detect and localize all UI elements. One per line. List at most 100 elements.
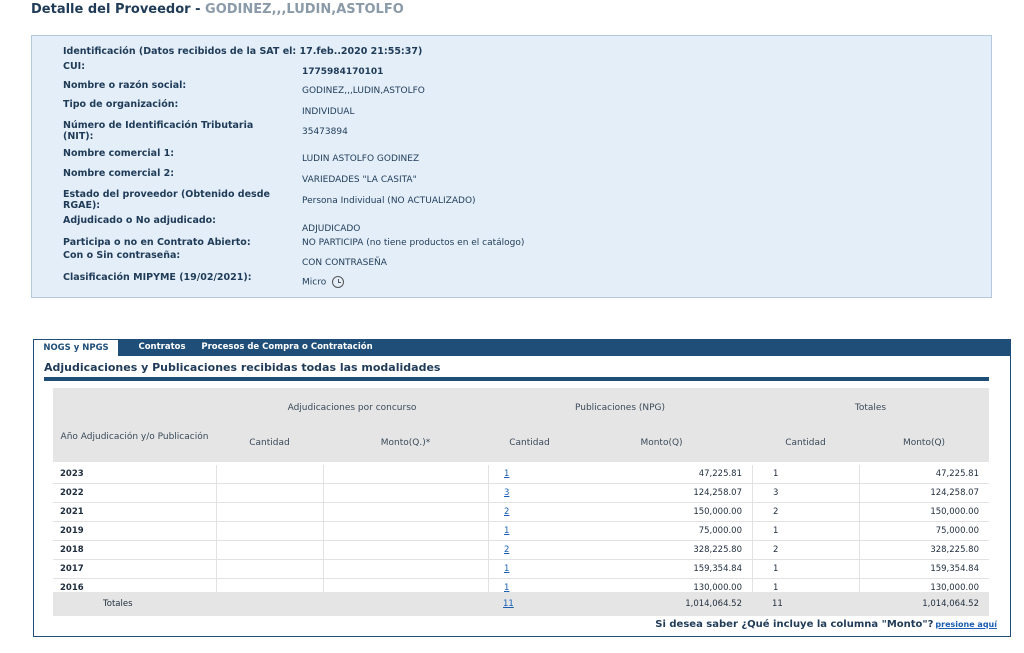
label-nit: Número de Identificación Tributaria (NIT… [63, 120, 254, 142]
cell-year: 2021 [60, 507, 84, 517]
cell-monto-concurso [323, 484, 488, 502]
tab-bar: NOGS y NPGS Contratos Procesos de Compra… [33, 339, 1011, 356]
cell-cantidad-total: 2 [752, 503, 859, 521]
value-adjudicado: ADJUDICADO [302, 224, 361, 234]
table-header: Adjudicaciones por concurso Publicacione… [53, 388, 989, 462]
link-cantidad-npg[interactable]: 1 [504, 564, 509, 574]
cell-cantidad-npg: 3 [488, 484, 571, 502]
label-mipyme: Clasificación MIPYME (19/02/2021): [63, 272, 252, 283]
header-monto-npg: Monto(Q) [640, 438, 683, 448]
link-totals-cantidad-npg[interactable]: 11 [503, 599, 514, 609]
cell-monto-concurso [323, 541, 488, 559]
cell-monto-concurso [323, 560, 488, 578]
label-nombre-comercial-2: Nombre comercial 2: [63, 168, 175, 179]
cell-year: 2023 [60, 469, 84, 479]
cell-monto-total: 150,000.00 [859, 503, 989, 521]
cell-cantidad-concurso [216, 484, 323, 502]
table-body: 2023 1 47,225.81 1 47,225.81 2022 3 124,… [53, 465, 989, 598]
cell-year: 2019 [60, 526, 84, 536]
link-cantidad-npg[interactable]: 1 [504, 469, 509, 479]
cell-monto-npg: 47,225.81 [698, 469, 742, 479]
tab-nogs-npgs[interactable]: NOGS y NPGS [33, 339, 119, 356]
header-cantidad-concurso: Cantidad [249, 438, 290, 448]
cell-monto-total: 75,000.00 [859, 522, 989, 540]
cell-year: 2017 [60, 564, 84, 574]
cell-cantidad-total: 1 [752, 560, 859, 578]
totals-monto-npg: 1,014,064.52 [685, 599, 742, 609]
cell-monto-npg: 328,225.80 [693, 545, 742, 555]
label-cui: CUI: [63, 61, 86, 72]
tab-contratos[interactable]: Contratos [127, 339, 197, 356]
totals-label: Totales [103, 599, 133, 609]
table-totals-row: Totales 11 1,014,064.52 11 1,014,064.52 [53, 592, 989, 616]
cell-monto-npg: 124,258.07 [693, 488, 742, 498]
label-contrasena: Con o Sin contraseña: [63, 250, 181, 261]
value-nombre-comercial-1: LUDIN ASTOLFO GODINEZ [302, 154, 420, 164]
link-cantidad-npg[interactable]: 2 [504, 507, 509, 517]
tab-panel-nogs-npgs: Adjudicaciones y Publicaciones recibidas… [33, 356, 1011, 637]
header-anio: Año Adjudicación y/o Publicación [60, 432, 209, 442]
label-tipo-organizacion: Tipo de organización: [63, 99, 179, 110]
label-adjudicado: Adjudicado o No adjudicado: [63, 215, 216, 226]
provider-name: GODINEZ,,,LUDIN,ASTOLFO [205, 2, 404, 17]
section-title: Adjudicaciones y Publicaciones recibidas… [44, 361, 441, 374]
label-estado-proveedor: Estado del proveedor (Obtenido desde RGA… [63, 189, 270, 211]
cell-monto-total: 159,354.84 [859, 560, 989, 578]
value-tipo-organizacion: INDIVIDUAL [302, 107, 355, 117]
monto-footnote: Si desea saber ¿Qué incluye la columna "… [655, 619, 997, 630]
header-adjudicaciones-concurso: Adjudicaciones por concurso [287, 403, 417, 413]
cell-monto-npg: 159,354.84 [693, 564, 742, 574]
cell-monto-concurso [323, 465, 488, 483]
totals-cantidad-npg: 11 [488, 592, 571, 616]
tab-procesos-compra[interactable]: Procesos de Compra o Contratación [201, 339, 373, 356]
cell-cantidad-concurso [216, 503, 323, 521]
cell-monto-total: 124,258.07 [859, 484, 989, 502]
cell-cantidad-total: 1 [752, 465, 859, 483]
identification-header: Identificación (Datos recibidos de la SA… [63, 46, 423, 57]
cell-year: 2018 [60, 545, 84, 555]
value-mipyme-text: Micro [302, 277, 327, 288]
value-contrato-abierto: NO PARTICIPA (no tiene productos en el c… [302, 238, 525, 248]
history-icon[interactable] [332, 276, 345, 288]
label-contrato-abierto: Participa o no en Contrato Abierto: [63, 237, 251, 248]
cell-monto-total: 328,225.80 [859, 541, 989, 559]
label-nombre-comercial-1: Nombre comercial 1: [63, 148, 175, 159]
header-cantidad-total: Cantidad [785, 438, 826, 448]
cell-cantidad-total: 3 [752, 484, 859, 502]
footnote-text: Si desea saber ¿Qué incluye la columna "… [655, 619, 934, 630]
cell-cantidad-concurso [216, 541, 323, 559]
header-cantidad-npg: Cantidad [509, 438, 550, 448]
page-title-prefix: Detalle del Proveedor - [31, 2, 206, 17]
totals-cantidad-total: 11 [772, 599, 783, 609]
link-cantidad-npg[interactable]: 2 [504, 545, 509, 555]
cell-cantidad-npg: 1 [488, 560, 571, 578]
link-cantidad-npg[interactable]: 3 [504, 488, 509, 498]
table-row: 2021 2 150,000.00 2 150,000.00 [53, 503, 989, 522]
cell-cantidad-npg: 1 [488, 465, 571, 483]
value-cui: 1775984170101 [302, 67, 384, 77]
table-row: 2018 2 328,225.80 2 328,225.80 [53, 541, 989, 560]
cell-monto-concurso [323, 522, 488, 540]
header-monto-concurso: Monto(Q.)* [380, 438, 431, 448]
header-totales: Totales [854, 403, 887, 413]
value-estado-proveedor: Persona Individual (NO ACTUALIZADO) [302, 196, 476, 206]
cell-cantidad-concurso [216, 465, 323, 483]
provider-info-panel: Identificación (Datos recibidos de la SA… [31, 35, 992, 298]
cell-cantidad-npg: 2 [488, 541, 571, 559]
table-row: 2022 3 124,258.07 3 124,258.07 [53, 484, 989, 503]
table-row: 2023 1 47,225.81 1 47,225.81 [53, 465, 989, 484]
cell-cantidad-concurso [216, 560, 323, 578]
value-mipyme: Micro [302, 276, 345, 288]
cell-year: 2022 [60, 488, 84, 498]
cell-monto-npg: 150,000.00 [693, 507, 742, 517]
cell-cantidad-concurso [216, 522, 323, 540]
section-divider [44, 377, 989, 381]
presione-aqui-link[interactable]: presione aquí [935, 620, 997, 629]
link-cantidad-npg[interactable]: 1 [504, 526, 509, 536]
value-contrasena: CON CONTRASEÑA [302, 258, 387, 268]
label-razon-social: Nombre o razón social: [63, 80, 187, 91]
cell-monto-npg: 75,000.00 [698, 526, 742, 536]
cell-cantidad-npg: 1 [488, 522, 571, 540]
value-nombre-comercial-2: VARIEDADES "LA CASITA" [302, 175, 417, 185]
cell-cantidad-total: 1 [752, 522, 859, 540]
